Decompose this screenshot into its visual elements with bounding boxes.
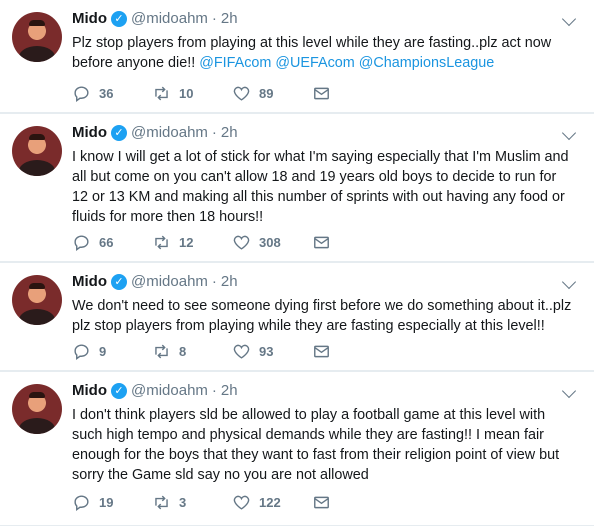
tweet-actions: 19 3 122 [72, 493, 331, 512]
tweet-header: Mido ✓ @midoahm · 2h [72, 382, 238, 399]
tweet-text-body: I know I will get a lot of stick for wha… [72, 149, 569, 225]
timestamp[interactable]: 2h [221, 382, 238, 399]
tweet-text-body: I don't think players sld be allowed to … [72, 407, 560, 483]
tweet-actions: 36 10 89 [72, 84, 331, 103]
avatar[interactable] [12, 12, 62, 62]
like-button[interactable]: 93 [232, 342, 312, 361]
reply-button[interactable]: 36 [72, 84, 152, 103]
heart-icon [233, 344, 250, 359]
retweet-icon [155, 344, 168, 359]
envelope-icon [314, 496, 329, 509]
envelope-icon [314, 236, 329, 249]
verified-badge-icon: ✓ [111, 124, 127, 141]
reply-icon [74, 495, 89, 512]
mention-link[interactable]: @UEFAcom [275, 55, 354, 71]
dm-button[interactable] [312, 342, 331, 361]
avatar[interactable] [12, 126, 62, 176]
tweet-header: Mido ✓ @midoahm · 2h [72, 273, 238, 290]
chevron-down-icon[interactable] [561, 274, 577, 290]
tweet-3[interactable]: Mido ✓ @midoahm · 2h We don't need to se… [0, 263, 594, 371]
retweet-button[interactable]: 10 [152, 84, 232, 103]
dm-button[interactable] [312, 493, 331, 512]
tweet-header: Mido ✓ @midoahm · 2h [72, 10, 238, 27]
like-count: 93 [259, 344, 274, 359]
retweet-button[interactable]: 8 [152, 342, 232, 361]
tweet-actions: 9 8 93 [72, 342, 331, 361]
tweet-text-body: We don't need to see someone dying first… [72, 298, 572, 334]
like-count: 89 [259, 86, 274, 101]
chevron-down-icon[interactable] [561, 11, 577, 27]
separator-dot: · [211, 382, 217, 399]
like-count: 122 [259, 495, 281, 510]
tweet-text: Plz stop players from playing at this le… [72, 33, 572, 73]
mention-link[interactable]: @ChampionsLeague [359, 55, 494, 71]
user-handle[interactable]: @midoahm [131, 382, 208, 399]
separator-dot: · [211, 124, 217, 141]
retweet-count: 8 [179, 344, 187, 359]
display-name[interactable]: Mido [72, 10, 107, 27]
tweet-text: I don't think players sld be allowed to … [72, 405, 572, 485]
display-name[interactable]: Mido [72, 273, 107, 290]
reply-icon [74, 86, 89, 103]
timestamp[interactable]: 2h [221, 273, 238, 290]
reply-button[interactable]: 66 [72, 233, 152, 252]
heart-icon [233, 86, 250, 101]
tweet-1[interactable]: Mido ✓ @midoahm · 2h Plz stop players fr… [0, 0, 594, 113]
user-handle[interactable]: @midoahm [131, 273, 208, 290]
avatar[interactable] [12, 384, 62, 434]
dm-button[interactable] [312, 84, 331, 103]
mention-link[interactable]: @FIFAcom [199, 55, 271, 71]
user-handle[interactable]: @midoahm [131, 10, 208, 27]
retweet-count: 10 [179, 86, 194, 101]
retweet-count: 12 [179, 235, 194, 250]
dm-button[interactable] [312, 233, 331, 252]
tweet-text: I know I will get a lot of stick for wha… [72, 147, 572, 227]
like-button[interactable]: 122 [232, 493, 312, 512]
verified-badge-icon: ✓ [111, 273, 127, 290]
retweet-icon [155, 235, 168, 250]
timeline: Mido ✓ @midoahm · 2h Plz stop players fr… [0, 0, 594, 526]
reply-icon [74, 235, 89, 252]
retweet-icon [155, 86, 168, 101]
tweet-header: Mido ✓ @midoahm · 2h [72, 124, 238, 141]
envelope-icon [314, 345, 329, 358]
heart-icon [233, 235, 250, 250]
reply-count: 66 [99, 235, 114, 250]
timestamp[interactable]: 2h [221, 124, 238, 141]
like-count: 308 [259, 235, 281, 250]
display-name[interactable]: Mido [72, 124, 107, 141]
tweet-text: We don't need to see someone dying first… [72, 296, 572, 336]
user-handle[interactable]: @midoahm [131, 124, 208, 141]
separator-dot: · [211, 273, 217, 290]
tweet-actions: 66 12 308 [72, 233, 331, 252]
like-button[interactable]: 89 [232, 84, 312, 103]
display-name[interactable]: Mido [72, 382, 107, 399]
avatar[interactable] [12, 275, 62, 325]
reply-count: 19 [99, 495, 114, 510]
envelope-icon [314, 87, 329, 100]
reply-button[interactable]: 9 [72, 342, 152, 361]
heart-icon [233, 495, 250, 510]
verified-badge-icon: ✓ [111, 382, 127, 399]
chevron-down-icon[interactable] [561, 125, 577, 141]
reply-icon [74, 344, 89, 361]
tweet-4[interactable]: Mido ✓ @midoahm · 2h I don't think playe… [0, 372, 594, 526]
reply-button[interactable]: 19 [72, 493, 152, 512]
reply-count: 36 [99, 86, 114, 101]
tweet-2[interactable]: Mido ✓ @midoahm · 2h I know I will get a… [0, 114, 594, 262]
retweet-count: 3 [179, 495, 187, 510]
like-button[interactable]: 308 [232, 233, 312, 252]
verified-badge-icon: ✓ [111, 10, 127, 27]
retweet-icon [155, 495, 168, 510]
retweet-button[interactable]: 12 [152, 233, 232, 252]
timestamp[interactable]: 2h [221, 10, 238, 27]
retweet-button[interactable]: 3 [152, 493, 232, 512]
reply-count: 9 [99, 344, 107, 359]
separator-dot: · [211, 10, 217, 27]
chevron-down-icon[interactable] [561, 383, 577, 399]
